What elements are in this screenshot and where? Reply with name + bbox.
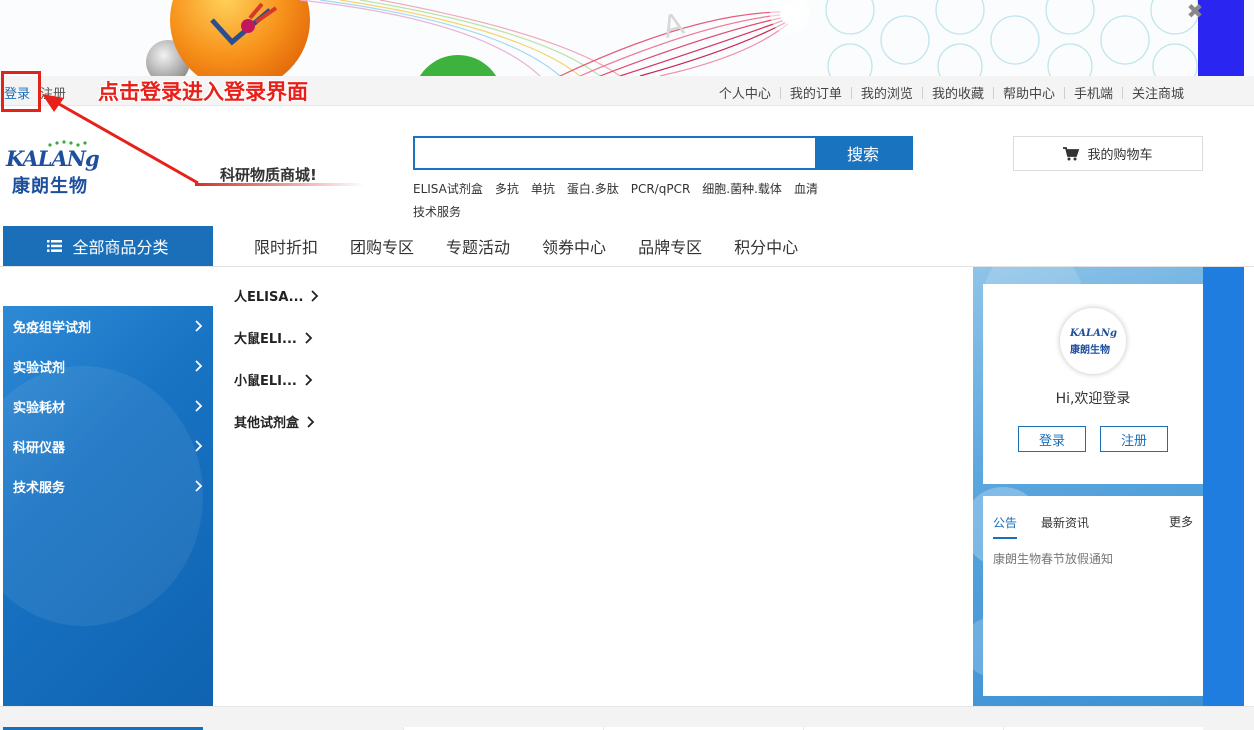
search-input[interactable] xyxy=(415,138,815,168)
subcategory-item[interactable]: 小鼠ELI... xyxy=(234,370,313,389)
subcategory-label: 小鼠ELI... xyxy=(234,374,297,389)
right-edge-blue xyxy=(1203,267,1244,706)
tab-announcement[interactable]: 公告 xyxy=(993,514,1018,539)
hot-keywords: ELISA试剂盒 多抗 单抗 蛋白.多肽 PCR/qPCR 细胞.菌种.载体 血清技术服务 xyxy=(413,178,853,224)
more-link[interactable]: 更多 xyxy=(1169,513,1193,530)
notice-card: 公告 最新资讯 更多 康朗生物春节放假通知 xyxy=(983,496,1203,696)
hot-keyword[interactable]: 细胞.菌种.载体 xyxy=(702,182,782,196)
category-label: 技术服务 xyxy=(13,480,66,496)
logo-cn-text: 康朗生物 xyxy=(12,176,88,197)
hot-keyword[interactable]: 蛋白.多肽 xyxy=(567,182,619,196)
nav-item-group-buy[interactable]: 团购专区 xyxy=(334,234,430,258)
hot-keyword[interactable]: 技术服务 xyxy=(413,205,461,219)
category-label: 实验耗材 xyxy=(13,400,66,416)
chevron-right-icon xyxy=(305,373,313,386)
link-personal-center[interactable]: 个人中心 xyxy=(710,83,780,102)
hot-keyword[interactable]: 单抗 xyxy=(531,182,555,196)
subcategory-item[interactable]: 人ELISA... xyxy=(234,286,319,305)
chevron-right-icon xyxy=(307,415,315,428)
site-logo[interactable]: KALANg 康朗生物 xyxy=(6,140,102,197)
avatar-logo-latin: KALANg xyxy=(1070,328,1117,339)
page: A ✖ 登录 注册 个人中心 我的订单 我的浏览 我的收藏 帮助中心 手机端 关… xyxy=(0,0,1254,730)
subcategory-item[interactable]: 大鼠ELI... xyxy=(234,328,313,347)
subcategory-label: 其他试剂盒 xyxy=(234,416,300,431)
avatar: KALANg 康朗生物 xyxy=(1060,308,1126,374)
banner-artwork: A xyxy=(146,0,1200,76)
link-my-history[interactable]: 我的浏览 xyxy=(852,83,922,102)
close-icon[interactable]: ✖ xyxy=(1185,0,1205,22)
tab-latest-news[interactable]: 最新资讯 xyxy=(1041,514,1089,531)
cart-button[interactable]: 我的购物车 xyxy=(1013,136,1203,171)
category-item[interactable]: 科研仪器 xyxy=(13,426,203,466)
card-login-button[interactable]: 登录 xyxy=(1018,426,1086,452)
avatar-logo-cn: 康朗生物 xyxy=(1070,345,1110,356)
chevron-right-icon xyxy=(305,331,313,344)
nav-item-coupons[interactable]: 领券中心 xyxy=(526,234,622,258)
main-nav: 限时折扣 团购专区 专题活动 领券中心 品牌专区 积分中心 xyxy=(238,234,814,258)
chevron-right-icon xyxy=(195,480,203,492)
category-item[interactable]: 实验耗材 xyxy=(13,386,203,426)
link-follow-store[interactable]: 关注商城 xyxy=(1123,83,1193,102)
category-sidebar: 免疫组学试剂 实验试剂 实验耗材 科研仪器 技术服务 xyxy=(3,306,213,706)
svg-text:A: A xyxy=(659,6,688,45)
nav-item-events[interactable]: 专题活动 xyxy=(430,234,526,258)
subcategory-item[interactable]: 其他试剂盒 xyxy=(234,412,315,431)
search-box: 搜索 xyxy=(413,136,913,170)
category-item[interactable]: 免疫组学试剂 xyxy=(13,306,203,346)
cart-label: 我的购物车 xyxy=(1087,148,1153,163)
category-item[interactable]: 实验试剂 xyxy=(13,346,203,386)
top-banner[interactable]: A ✖ xyxy=(0,0,1254,76)
slogan: 科研物质商城! xyxy=(220,166,317,184)
link-my-favorites[interactable]: 我的收藏 xyxy=(923,83,993,102)
nav-item-flash-sale[interactable]: 限时折扣 xyxy=(238,234,334,258)
card-register-button[interactable]: 注册 xyxy=(1100,426,1168,452)
bottom-bar xyxy=(0,706,1254,730)
login-card: KALANg 康朗生物 Hi,欢迎登录 登录 注册 xyxy=(983,284,1203,484)
category-label: 免疫组学试剂 xyxy=(13,320,92,336)
chevron-right-icon xyxy=(195,400,203,412)
chevron-right-icon xyxy=(311,289,319,302)
hot-keyword[interactable]: 血清 xyxy=(794,182,818,196)
category-label: 实验试剂 xyxy=(13,360,66,376)
all-categories-label: 全部商品分类 xyxy=(72,238,169,257)
hot-keyword[interactable]: ELISA试剂盒 xyxy=(413,182,483,196)
chevron-right-icon xyxy=(195,320,203,332)
all-categories-button[interactable]: 全部商品分类 xyxy=(3,226,213,266)
list-icon xyxy=(47,240,63,252)
link-mobile[interactable]: 手机端 xyxy=(1065,83,1122,102)
logo-latin-text: KALANg xyxy=(6,146,100,171)
subcategory-label: 大鼠ELI... xyxy=(234,332,297,347)
search-button[interactable]: 搜索 xyxy=(815,138,911,168)
subcategory-label: 人ELISA... xyxy=(234,290,304,305)
nav-item-brands[interactable]: 品牌专区 xyxy=(622,234,718,258)
slogan-underline xyxy=(195,183,365,186)
hot-keyword[interactable]: 多抗 xyxy=(495,182,519,196)
hot-keyword[interactable]: PCR/qPCR xyxy=(631,182,691,196)
category-label: 科研仪器 xyxy=(13,440,66,456)
link-my-orders[interactable]: 我的订单 xyxy=(781,83,851,102)
category-item[interactable]: 技术服务 xyxy=(13,466,203,506)
chevron-right-icon xyxy=(195,360,203,372)
chevron-right-icon xyxy=(195,440,203,452)
nav-item-points[interactable]: 积分中心 xyxy=(718,234,814,258)
cart-icon xyxy=(1063,146,1080,160)
notice-item[interactable]: 康朗生物春节放假通知 xyxy=(993,550,1113,567)
link-help-center[interactable]: 帮助中心 xyxy=(994,83,1064,102)
top-links: 个人中心 我的订单 我的浏览 我的收藏 帮助中心 手机端 关注商城 xyxy=(710,83,1193,102)
welcome-text: Hi,欢迎登录 xyxy=(1055,391,1131,407)
